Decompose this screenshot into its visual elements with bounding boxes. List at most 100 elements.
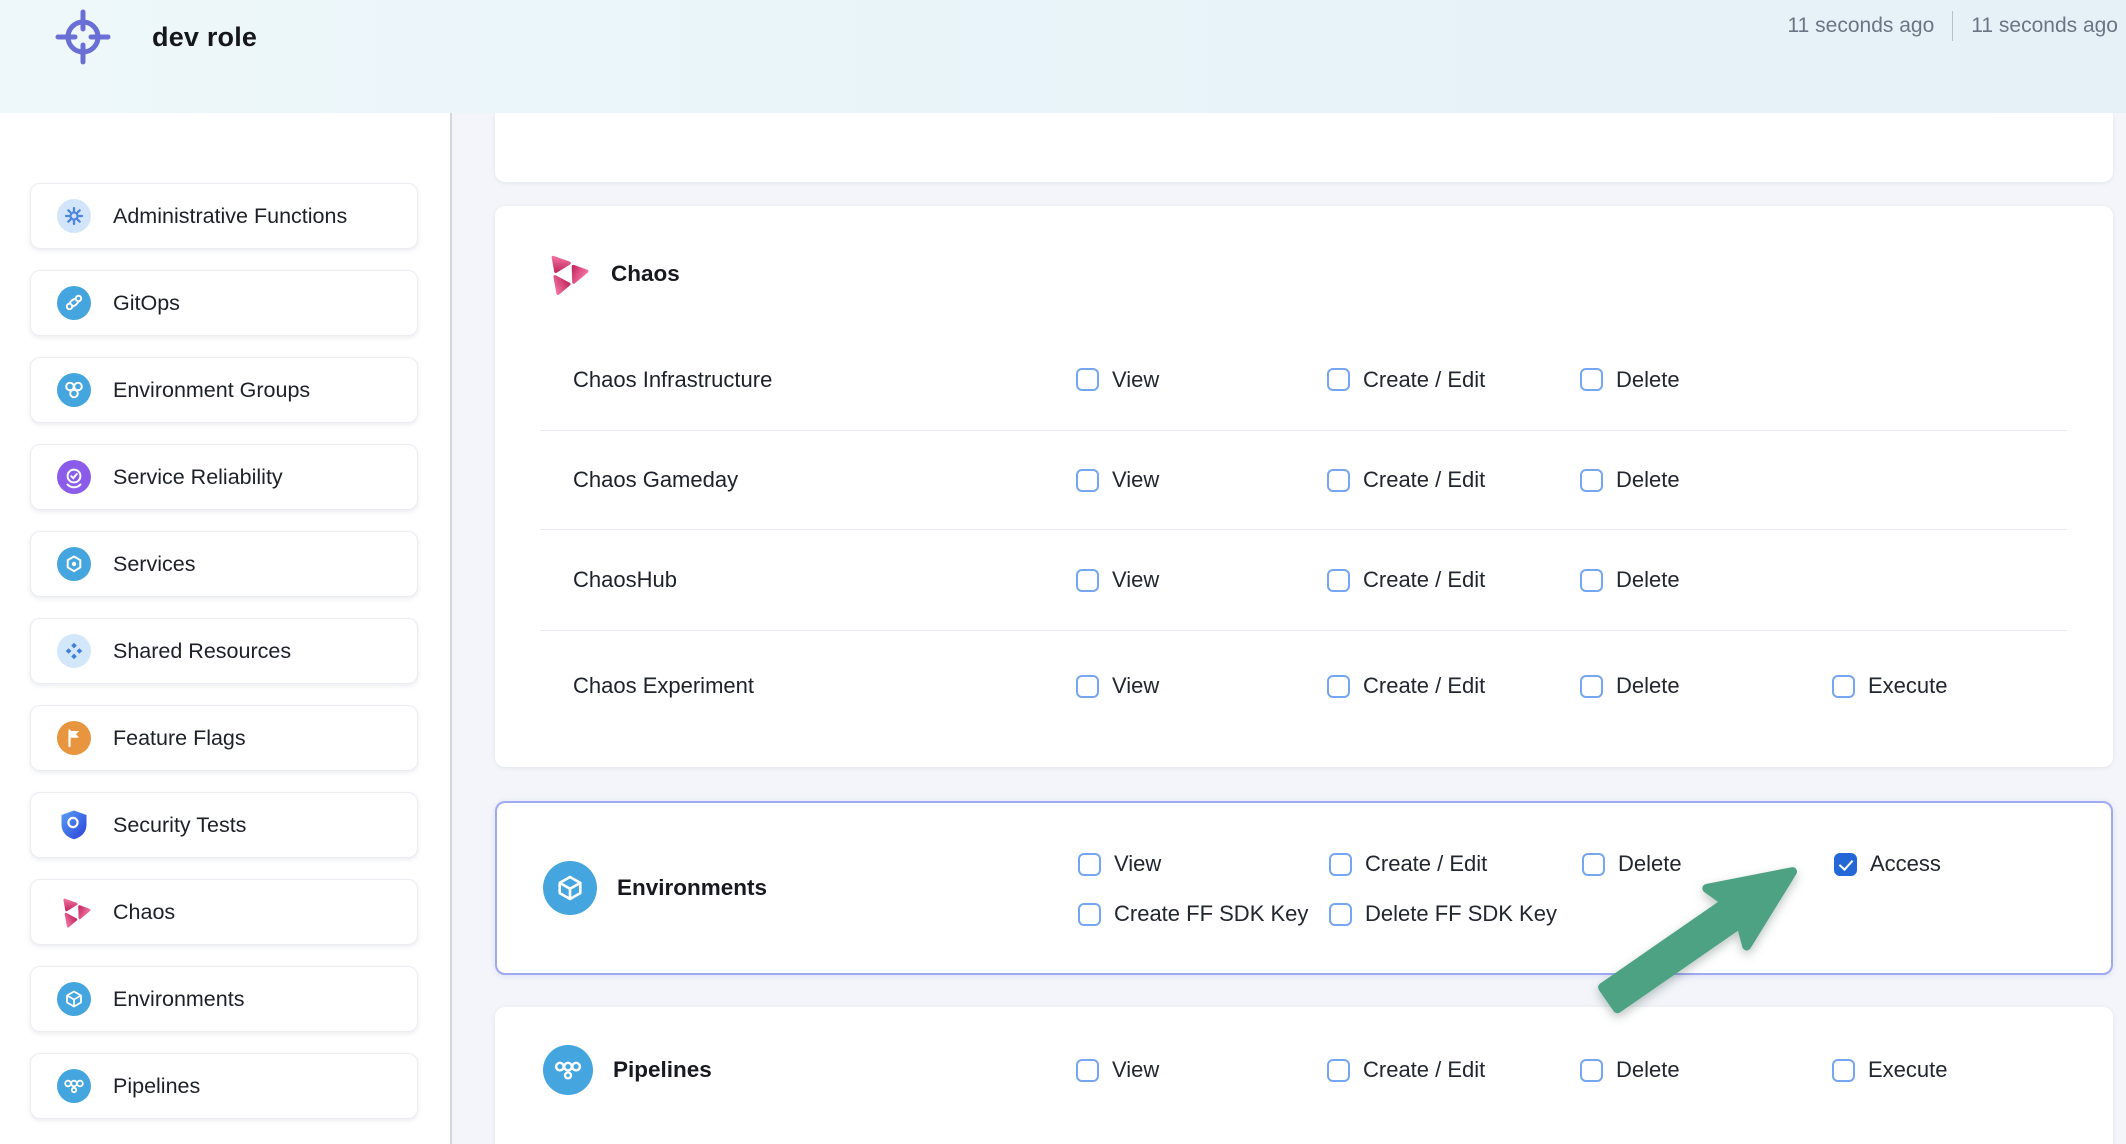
previous-section-card (495, 113, 2113, 182)
checkbox[interactable] (1580, 675, 1603, 698)
sidebar-item-label: GitOps (113, 291, 180, 316)
checkbox[interactable] (1327, 569, 1350, 592)
checkbox-delete[interactable]: Delete (1580, 1057, 1832, 1083)
checkbox[interactable] (1329, 903, 1352, 926)
sidebar-item-pipelines[interactable]: Pipelines (30, 1053, 418, 1119)
checkbox-create-ff-sdk-key[interactable]: Create FF SDK Key (1078, 901, 1329, 927)
checkbox-view[interactable]: View (1076, 673, 1327, 699)
checkbox[interactable] (1580, 469, 1603, 492)
resource-category-sidebar: Administrative Functions GitOps Environm… (0, 113, 452, 1144)
checkbox[interactable] (1327, 368, 1350, 391)
checkbox-create-edit[interactable]: Create / Edit (1327, 467, 1580, 493)
sidebar-item-label: Feature Flags (113, 726, 246, 751)
sidebar-item-chaos[interactable]: Chaos (30, 879, 418, 945)
section-title-pipelines: Pipelines (613, 1057, 712, 1083)
checkbox[interactable] (1580, 569, 1603, 592)
checkbox-access[interactable]: Access (1834, 851, 2126, 877)
checkbox-create-edit[interactable]: Create / Edit (1327, 1057, 1580, 1083)
checkbox[interactable] (1327, 469, 1350, 492)
gear-icon (57, 199, 91, 233)
sidebar-item-environment-groups[interactable]: Environment Groups (30, 357, 418, 423)
gitops-icon (57, 286, 91, 320)
checkbox-view[interactable]: View (1076, 367, 1327, 393)
checkbox-view[interactable]: View (1078, 851, 1329, 877)
environments-icon (57, 982, 91, 1016)
last-updated-timestamp: 11 seconds ago (1788, 14, 1935, 38)
checkbox-view[interactable]: View (1076, 567, 1327, 593)
checkbox[interactable] (1832, 675, 1855, 698)
role-permissions-page: dev role 11 seconds ago 11 seconds ago A… (0, 0, 2126, 1144)
sidebar-item-label: Administrative Functions (113, 204, 347, 229)
sidebar-item-label: Shared Resources (113, 639, 291, 664)
checkbox-delete[interactable]: Delete (1582, 851, 1834, 877)
checkbox[interactable] (1329, 853, 1352, 876)
feature-flags-icon (57, 721, 91, 755)
checkbox-delete[interactable]: Delete (1580, 467, 1832, 493)
sidebar-item-label: Environment Groups (113, 378, 310, 403)
checkbox[interactable] (1076, 469, 1099, 492)
checkbox-create-edit[interactable]: Create / Edit (1327, 673, 1580, 699)
sidebar-item-gitops[interactable]: GitOps (30, 270, 418, 336)
checkbox[interactable] (1327, 675, 1350, 698)
permissions-panel: Chaos Chaos Infrastructure View Create /… (452, 113, 2126, 1144)
section-title-chaos: Chaos (611, 261, 680, 287)
checkbox-create-edit[interactable]: Create / Edit (1327, 367, 1580, 393)
environments-icon (543, 861, 597, 915)
chaos-pinwheel-icon (543, 251, 589, 297)
sidebar-item-label: Security Tests (113, 813, 246, 838)
checkbox-delete-ff-sdk-key[interactable]: Delete FF SDK Key (1329, 901, 1582, 927)
services-icon (57, 547, 91, 581)
sidebar-item-feature-flags[interactable]: Feature Flags (30, 705, 418, 771)
environment-groups-icon (57, 373, 91, 407)
security-shield-icon (57, 808, 91, 842)
sidebar-item-service-reliability[interactable]: Service Reliability (30, 444, 418, 510)
sidebar-item-label: Pipelines (113, 1074, 200, 1099)
page-header: dev role 11 seconds ago 11 seconds ago (0, 0, 2126, 113)
sidebar-item-label: Service Reliability (113, 465, 283, 490)
checkbox-execute[interactable]: Execute (1832, 1057, 2126, 1083)
resource-label: Chaos Experiment (573, 673, 754, 699)
checkbox[interactable] (1832, 1059, 1855, 1082)
service-reliability-icon (57, 460, 91, 494)
sidebar-item-label: Chaos (113, 900, 175, 925)
checkbox[interactable] (1078, 903, 1101, 926)
checkbox[interactable] (1580, 368, 1603, 391)
sidebar-item-security-tests[interactable]: Security Tests (30, 792, 418, 858)
checkbox-create-edit[interactable]: Create / Edit (1327, 567, 1580, 593)
checkbox[interactable] (1076, 368, 1099, 391)
checkbox-view[interactable]: View (1076, 1057, 1327, 1083)
checkbox-delete[interactable]: Delete (1580, 567, 1832, 593)
sidebar-item-administrative-functions[interactable]: Administrative Functions (30, 183, 418, 249)
sidebar-item-services[interactable]: Services (30, 531, 418, 597)
resource-label: Chaos Infrastructure (573, 367, 772, 393)
checkbox[interactable] (1078, 853, 1101, 876)
sidebar-item-environments[interactable]: Environments (30, 966, 418, 1032)
checkbox[interactable] (1580, 1059, 1603, 1082)
sidebar-item-label: Environments (113, 987, 244, 1012)
section-title-environments: Environments (617, 875, 767, 901)
checkbox[interactable] (1582, 853, 1605, 876)
row-chaos-infrastructure: Chaos Infrastructure View Create / Edit … (495, 329, 2113, 430)
checkbox-create-edit[interactable]: Create / Edit (1329, 851, 1582, 877)
resource-label: Chaos Gameday (573, 467, 738, 493)
environments-permissions-card: Environments View Create / Edit Delete A… (495, 801, 2113, 975)
checkbox-delete[interactable]: Delete (1580, 367, 1832, 393)
pipelines-permissions-card: Pipelines View Create / Edit Delete Exec… (495, 1007, 2113, 1144)
sidebar-item-label: Services (113, 552, 195, 577)
checkbox[interactable] (1076, 569, 1099, 592)
checkbox[interactable] (1834, 853, 1857, 876)
checkbox-view[interactable]: View (1076, 467, 1327, 493)
checkbox[interactable] (1076, 1059, 1099, 1082)
checkbox[interactable] (1076, 675, 1099, 698)
checkbox-execute[interactable]: Execute (1832, 673, 2126, 699)
checkbox[interactable] (1327, 1059, 1350, 1082)
chaos-pinwheel-icon (57, 895, 91, 929)
chaos-permissions-card: Chaos Chaos Infrastructure View Create /… (495, 206, 2113, 767)
row-chaoshub: ChaosHub View Create / Edit Delete (495, 530, 2113, 630)
sidebar-item-shared-resources[interactable]: Shared Resources (30, 618, 418, 684)
shared-resources-icon (57, 634, 91, 668)
pipelines-icon (543, 1045, 593, 1095)
created-timestamp: 11 seconds ago (1971, 14, 2118, 38)
row-chaos-experiment: Chaos Experiment View Create / Edit Dele… (495, 631, 2113, 741)
checkbox-delete[interactable]: Delete (1580, 673, 1832, 699)
